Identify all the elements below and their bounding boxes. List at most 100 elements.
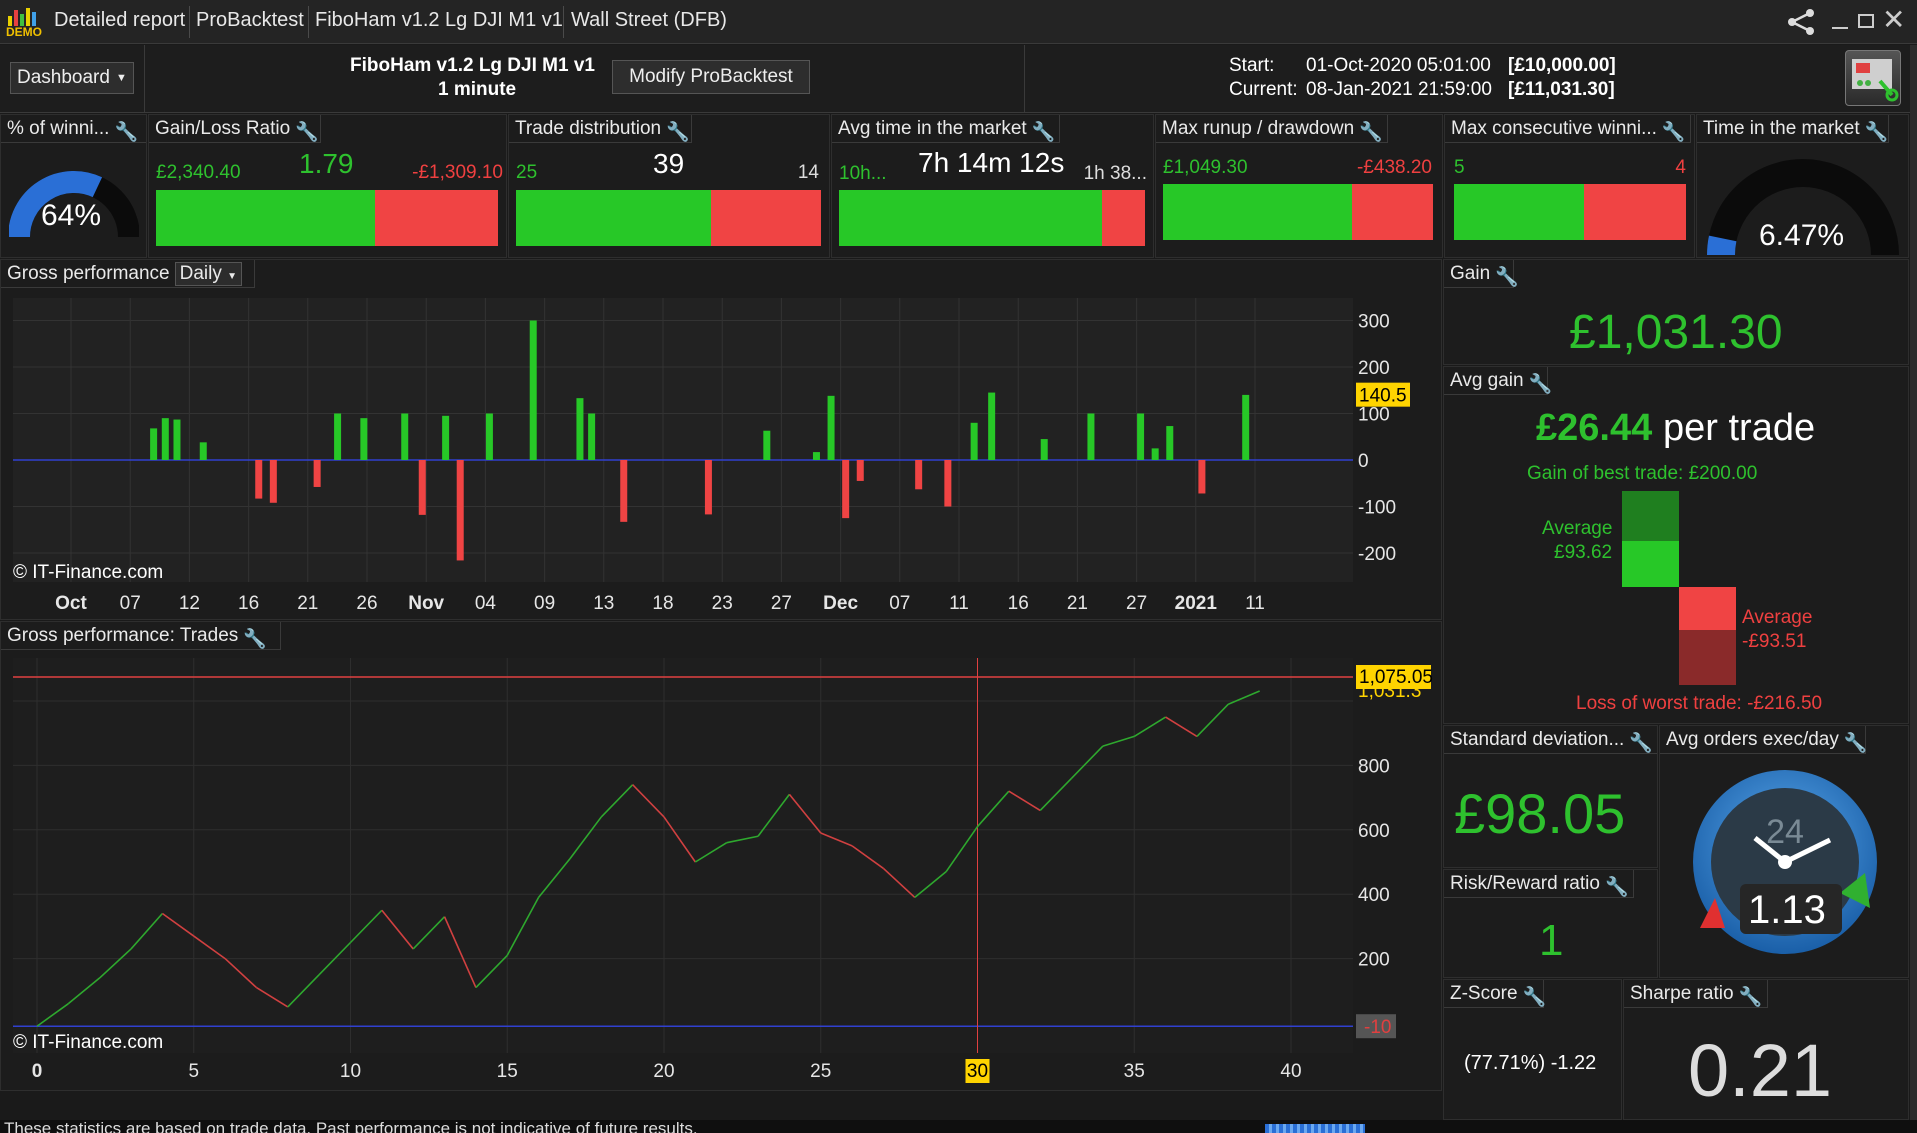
wrench-icon[interactable]: 🔧 [295,120,319,143]
wrench-icon[interactable]: 🔧 [243,627,267,650]
daily-bar [150,428,158,460]
avg-time-bar [839,190,1145,246]
sharpe-title: Sharpe ratio 🔧 [1624,980,1768,1008]
daily-x-tick: 21 [1067,593,1088,614]
tab-instrument[interactable]: Wall Street (DFB) [571,9,727,32]
risk-reward-title: Risk/Reward ratio 🔧 [1444,870,1634,898]
wrench-icon[interactable]: 🔧 [1865,120,1889,143]
wrench-icon[interactable]: 🔧 [1605,875,1629,898]
gain-loss-title-text: Gain/Loss Ratio [155,117,291,139]
daily-bar [1242,394,1250,460]
daily-y-tick: -200 [1358,544,1396,565]
current-date: 08-Jan-2021 21:59:00 [1306,79,1492,100]
dashboard-dropdown[interactable]: Dashboard ▼ [10,62,134,94]
daily-x-tick: 18 [652,593,673,614]
time-market-title: Time in the market 🔧 [1697,115,1889,143]
zscore-panel: Z-Score 🔧 (77.71%) -1.22 [1443,979,1622,1120]
daily-x-tick: 11 [949,593,969,614]
modify-probacktest-button[interactable]: Modify ProBacktest [612,60,810,94]
start-date: 01-Oct-2020 05:01:00 [1306,55,1491,76]
wrench-icon[interactable]: 🔧 [1359,120,1383,143]
daily-chart-title-text: Gross performance [7,262,170,284]
consecutive-title-text: Max consecutive winni... [1451,117,1657,139]
daily-x-tick: Oct [55,593,87,614]
wrench-icon[interactable]: 🔧 [1629,731,1653,754]
daily-mode-dropdown[interactable]: Daily ▼ [174,261,243,286]
avg-gain-title: Avg gain 🔧 [1444,367,1553,395]
start-value: [£10,000.00] [1508,55,1616,76]
avg-time-value: 7h 14m 12s [918,147,1065,178]
wrench-icon[interactable]: 🔧 [1662,120,1686,143]
daily-copyright: © IT-Finance.com [13,562,164,583]
daily-bar [255,460,263,499]
std-dev-title: Standard deviation... 🔧 [1444,726,1657,754]
daily-bar [401,413,409,460]
trade-dist-total: 39 [653,148,685,179]
daily-y-tick: -100 [1358,498,1396,519]
daily-bar [763,430,771,460]
daily-bar [1198,460,1206,494]
winning-title-text: % of winni... [7,117,110,139]
wrench-icon[interactable]: 🔧 [1529,372,1553,395]
daily-mode-label: Daily [179,262,222,284]
close-icon[interactable]: ✕ [1882,6,1905,34]
avg-time-title-text: Avg time in the market [838,117,1027,139]
daily-bar [588,413,596,460]
daily-x-tick: 27 [1126,593,1147,614]
loss-bar [374,190,498,246]
winning-title: % of winni... 🔧 [1,115,146,143]
wrench-icon[interactable]: 🔧 [1523,985,1547,1008]
sharpe-value: 0.21 [1688,1029,1833,1112]
daily-chart-panel: Gross performance Daily ▼ Oct 07 12 16 21 26 N… [0,259,1442,620]
tab-detailed-report[interactable]: Detailed report [54,9,185,32]
daily-bar [442,415,450,460]
std-dev-panel: Standard deviation... 🔧 £98.05 [1443,725,1658,868]
avg-gain-title-text: Avg gain [1450,369,1524,391]
daily-bar [576,398,584,460]
trades-x-tick: 0 [32,1061,43,1082]
trades-y-tick: 400 [1358,885,1390,906]
daily-bar [418,460,426,515]
maximize-icon[interactable] [1858,14,1874,28]
minimize-icon[interactable] [1832,27,1848,29]
drawdown-value: -£438.20 [1356,157,1432,178]
wrench-icon[interactable]: 🔧 [1739,985,1763,1008]
runup-panel: Max runup / drawdown 🔧 £1,049.30 -£438.20 [1155,114,1443,258]
wrench-icon[interactable]: 🔧 [1495,265,1519,288]
daily-bar [360,418,368,460]
daily-bar [827,395,835,460]
consecutive-loss: 4 [1675,157,1686,178]
daily-x-tick: Nov [408,593,444,614]
vertical-scrollbar[interactable] [1910,45,1917,1120]
daily-bar [1137,413,1145,460]
consecutive-title: Max consecutive winni... 🔧 [1445,115,1691,143]
avg-time-win: 10h... [839,163,887,184]
daily-x-tick: 23 [712,593,733,614]
avg-orders-title: Avg orders exec/day 🔧 [1660,726,1868,754]
worst-trade-label: Loss of worst trade: -£216.50 [1576,693,1823,714]
zscore-value: (77.71%) -1.22 [1464,1052,1597,1074]
trade-dist-title-text: Trade distribution [515,117,662,139]
dashboard-settings-icon[interactable] [1845,50,1901,106]
chevron-down-icon: ▼ [115,72,127,84]
daily-chart-svg: Oct 07 12 16 21 26 Nov 04 09 13 18 23 27 Dec 07 11 16 21 2… [13,298,1410,614]
daily-x-tick: 12 [179,593,200,614]
wrench-icon[interactable]: 🔧 [114,120,138,143]
wrench-icon[interactable]: 🔧 [666,120,690,143]
tab-probacktest[interactable]: ProBacktest [196,9,304,32]
gain-loss-bar [156,190,498,246]
win-time-bar [839,190,1103,246]
avg-loss-bar [1679,587,1736,630]
winning-panel: % of winni... 🔧 64% [0,114,147,258]
runup-bar-fill [1163,184,1352,240]
share-icon[interactable] [1786,8,1816,41]
gain-loss-gain: £2,340.40 [156,162,241,183]
avg-gain-suffix: per trade [1663,407,1816,449]
daily-bar [970,422,978,460]
gain-loss-title: Gain/Loss Ratio 🔧 [149,115,321,143]
daily-bar [620,460,628,522]
time-in-market-panel: Time in the market 🔧 6.47% [1696,114,1909,258]
wrench-icon[interactable]: 🔧 [1032,120,1056,143]
tab-strategy[interactable]: FiboHam v1.2 Lg DJI M1 v1 [315,9,563,32]
wrench-icon[interactable]: 🔧 [1844,731,1868,754]
